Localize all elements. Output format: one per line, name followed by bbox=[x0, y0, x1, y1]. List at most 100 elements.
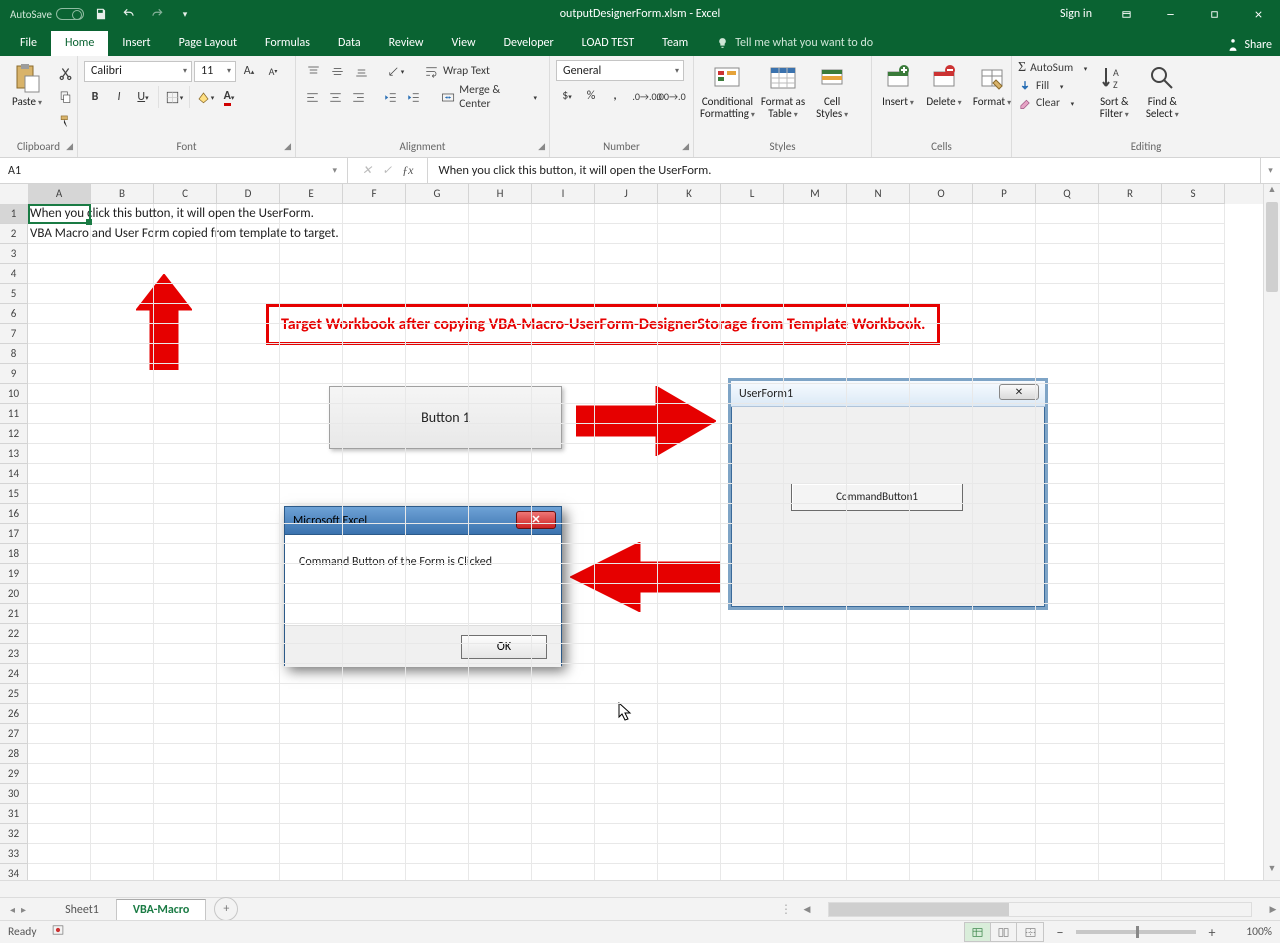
sheet-nav-next[interactable]: ▸ bbox=[21, 903, 26, 916]
hscroll-thumb[interactable] bbox=[829, 903, 1009, 916]
qat-customize-icon[interactable]: ▾ bbox=[174, 3, 196, 25]
row-header-21[interactable]: 21 bbox=[0, 604, 28, 624]
col-header-I[interactable]: I bbox=[532, 184, 595, 204]
row-header-6[interactable]: 6 bbox=[0, 304, 28, 324]
italic-button[interactable]: I bbox=[108, 86, 130, 108]
row-header-25[interactable]: 25 bbox=[0, 684, 28, 704]
tab-page-layout[interactable]: Page Layout bbox=[165, 31, 251, 56]
tell-me-search[interactable]: Tell me what you want to do bbox=[716, 36, 873, 56]
font-name-combo[interactable]: Calibri bbox=[84, 61, 192, 82]
save-icon[interactable] bbox=[90, 3, 112, 25]
align-middle-icon[interactable] bbox=[326, 60, 348, 82]
row-header-13[interactable]: 13 bbox=[0, 444, 28, 464]
bold-button[interactable]: B bbox=[84, 86, 106, 108]
hscroll-right-icon[interactable]: ▶ bbox=[1266, 904, 1280, 915]
row-header-29[interactable]: 29 bbox=[0, 764, 28, 784]
find-select-button[interactable]: Find & Select bbox=[1141, 60, 1183, 119]
percent-format-icon[interactable]: % bbox=[580, 85, 602, 107]
macro-record-icon[interactable] bbox=[51, 923, 65, 941]
hscroll-left-icon[interactable]: ◀ bbox=[800, 904, 814, 915]
col-header-S[interactable]: S bbox=[1162, 184, 1225, 204]
row-header-20[interactable]: 20 bbox=[0, 584, 28, 604]
row-header-17[interactable]: 17 bbox=[0, 524, 28, 544]
row-header-2[interactable]: 2 bbox=[0, 224, 28, 244]
underline-button[interactable]: U▾ bbox=[132, 86, 154, 108]
spreadsheet-grid[interactable]: ABCDEFGHIJKLMNOPQRS 12345678910111213141… bbox=[0, 184, 1280, 897]
row-header-33[interactable]: 33 bbox=[0, 844, 28, 864]
col-header-D[interactable]: D bbox=[217, 184, 280, 204]
column-headers[interactable]: ABCDEFGHIJKLMNOPQRS bbox=[0, 184, 1263, 204]
scroll-up-icon[interactable]: ▲ bbox=[1264, 184, 1280, 201]
col-header-F[interactable]: F bbox=[343, 184, 406, 204]
col-header-O[interactable]: O bbox=[910, 184, 973, 204]
accounting-format-icon[interactable]: $▾ bbox=[556, 85, 578, 107]
cell-styles-button[interactable]: Cell Styles bbox=[811, 60, 853, 119]
page-break-view-button[interactable] bbox=[1017, 923, 1043, 941]
row-header-8[interactable]: 8 bbox=[0, 344, 28, 364]
tab-developer[interactable]: Developer bbox=[490, 31, 568, 56]
increase-decimal-icon[interactable]: .0→.00 bbox=[636, 85, 658, 107]
tab-file[interactable]: File bbox=[6, 31, 51, 56]
paste-button[interactable]: Paste bbox=[6, 60, 48, 108]
page-layout-view-button[interactable] bbox=[991, 923, 1017, 941]
col-header-Q[interactable]: Q bbox=[1036, 184, 1099, 204]
borders-button[interactable]: ▾ bbox=[163, 86, 185, 108]
col-header-P[interactable]: P bbox=[973, 184, 1036, 204]
shrink-font-icon[interactable]: A▾ bbox=[262, 60, 284, 82]
row-header-32[interactable]: 32 bbox=[0, 824, 28, 844]
number-format-combo[interactable]: General bbox=[556, 60, 684, 81]
tab-review[interactable]: Review bbox=[375, 31, 438, 56]
formula-input[interactable]: When you click this button, it will open… bbox=[428, 158, 1260, 183]
col-header-R[interactable]: R bbox=[1099, 184, 1162, 204]
name-box[interactable]: A1 bbox=[0, 158, 348, 183]
row-header-27[interactable]: 27 bbox=[0, 724, 28, 744]
row-header-4[interactable]: 4 bbox=[0, 264, 28, 284]
row-header-23[interactable]: 23 bbox=[0, 644, 28, 664]
row-header-11[interactable]: 11 bbox=[0, 404, 28, 424]
tab-insert[interactable]: Insert bbox=[108, 31, 164, 56]
row-header-10[interactable]: 10 bbox=[0, 384, 28, 404]
row-header-19[interactable]: 19 bbox=[0, 564, 28, 584]
scroll-down-icon[interactable]: ▼ bbox=[1264, 863, 1280, 880]
fill-color-button[interactable]: ▾ bbox=[194, 86, 216, 108]
undo-icon[interactable] bbox=[118, 3, 140, 25]
signin-link[interactable]: Sign in bbox=[1048, 7, 1104, 21]
clipboard-dialog-launcher[interactable]: ◢ bbox=[66, 141, 73, 152]
share-button[interactable]: Share bbox=[1226, 38, 1272, 52]
align-center-icon[interactable] bbox=[325, 86, 346, 108]
row-header-31[interactable]: 31 bbox=[0, 804, 28, 824]
increase-indent-icon[interactable] bbox=[403, 86, 424, 108]
row-header-15[interactable]: 15 bbox=[0, 484, 28, 504]
cut-icon[interactable] bbox=[54, 62, 76, 84]
tab-load-test[interactable]: LOAD TEST bbox=[568, 31, 649, 56]
row-header-28[interactable]: 28 bbox=[0, 744, 28, 764]
col-header-M[interactable]: M bbox=[784, 184, 847, 204]
comma-format-icon[interactable]: , bbox=[604, 85, 626, 107]
tab-view[interactable]: View bbox=[438, 31, 490, 56]
tab-data[interactable]: Data bbox=[324, 31, 375, 56]
col-header-G[interactable]: G bbox=[406, 184, 469, 204]
row-header-16[interactable]: 16 bbox=[0, 504, 28, 524]
decrease-indent-icon[interactable] bbox=[380, 86, 401, 108]
expand-formula-bar[interactable]: ▾ bbox=[1260, 158, 1280, 183]
col-header-N[interactable]: N bbox=[847, 184, 910, 204]
col-header-A[interactable]: A bbox=[28, 184, 91, 204]
zoom-out-button[interactable]: − bbox=[1052, 924, 1068, 941]
cell-area[interactable]: When you click this button, it will open… bbox=[28, 204, 1263, 880]
align-right-icon[interactable] bbox=[348, 86, 369, 108]
tab-formulas[interactable]: Formulas bbox=[251, 31, 324, 56]
ribbon-display-options-icon[interactable] bbox=[1104, 0, 1148, 28]
autosave-toggle[interactable]: AutoSave bbox=[10, 8, 84, 21]
align-left-icon[interactable] bbox=[302, 86, 323, 108]
format-cells-button[interactable]: Format bbox=[970, 60, 1014, 108]
sort-filter-button[interactable]: AZ Sort & Filter bbox=[1093, 60, 1135, 119]
maximize-button[interactable] bbox=[1192, 0, 1236, 28]
fill-button[interactable]: Fill ▾ bbox=[1018, 79, 1087, 93]
sheet-tab-vba-macro[interactable]: VBA-Macro bbox=[116, 899, 207, 922]
col-header-C[interactable]: C bbox=[154, 184, 217, 204]
merge-center-button[interactable]: Merge & Center▾ bbox=[435, 86, 543, 108]
align-top-icon[interactable] bbox=[302, 60, 324, 82]
format-as-table-button[interactable]: Format as Table bbox=[761, 60, 805, 119]
orientation-icon[interactable]: ▾ bbox=[384, 60, 406, 82]
zoom-slider[interactable] bbox=[1076, 930, 1196, 934]
